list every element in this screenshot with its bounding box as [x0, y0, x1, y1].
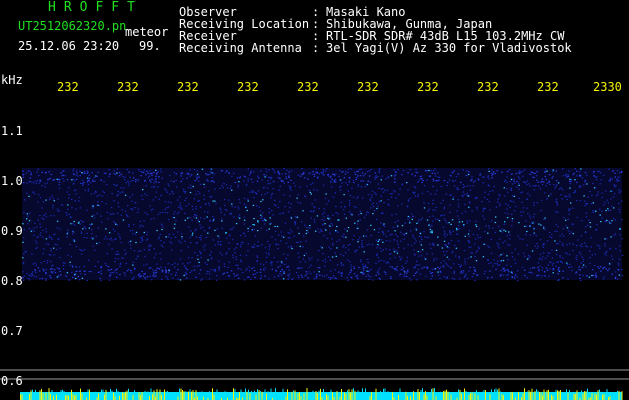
x-tick-label: 2330 — [593, 80, 622, 94]
y-tick-label: 1.0 — [1, 174, 23, 188]
y-tick-label: 0.6 — [1, 374, 23, 388]
x-tick-label: 232 — [477, 80, 499, 94]
y-tick-label: 0.7 — [1, 324, 23, 338]
bottom-activity-strip — [20, 388, 623, 400]
x-tick-label: 232 — [57, 80, 79, 94]
y-tick-label: 0.8 — [1, 274, 23, 288]
x-tick-label: 232 — [297, 80, 319, 94]
y-tick-label: 0.9 — [1, 224, 23, 238]
spectrogram — [0, 168, 629, 400]
x-tick-label: 232 — [417, 80, 439, 94]
x-tick-label: 232 — [357, 80, 379, 94]
x-tick-label: 232 — [117, 80, 139, 94]
signal-noise — [22, 168, 624, 282]
x-tick-label: 232 — [537, 80, 559, 94]
axis-unit-label: kHz — [1, 73, 23, 87]
x-tick-label: 232 — [177, 80, 199, 94]
x-tick-label: 232 — [237, 80, 259, 94]
y-tick-label: 1.1 — [1, 124, 23, 138]
